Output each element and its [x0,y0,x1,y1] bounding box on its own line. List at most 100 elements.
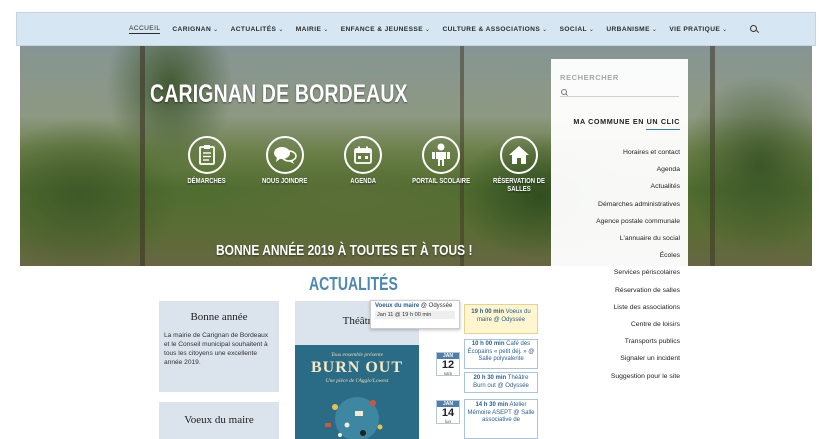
person-icon [422,136,460,174]
event-time: 10 h 00 min [471,341,505,347]
nav-item-1[interactable]: ACCUEIL [129,24,161,34]
calendar-day: JAN 14 lun [436,400,460,424]
theatre-poster[interactable]: Tous ensemble présente BURN OUT Une pièc… [295,345,419,439]
tree-trunk [710,46,715,266]
sidebar-link[interactable]: L'annuaire du social [551,230,680,247]
sidebar-link[interactable]: Signaler un incident [551,350,680,367]
chevron-down-icon: ⌄ [722,26,728,33]
poster-line-3: Une pièce de l'Agglo'Lowest [325,378,389,384]
nav-item-label: SOCIAL [559,25,587,33]
poster-line-1: Tous ensemble présente [330,352,384,358]
quick-link-nous-joindre[interactable]: NOUS JOINDRE [246,136,324,194]
house-icon [500,136,538,174]
nav-item-8[interactable]: URBANISME ⌄ [606,26,657,33]
nav-item-2[interactable]: CARIGNAN ⌄ [172,26,218,33]
sidebar-link[interactable]: Liste des associations [551,299,681,316]
sidebar-link[interactable]: Transports publics [551,333,680,350]
tooltip-date: Jan 11 @ 19 h 00 min [375,311,455,319]
news-card[interactable]: Voeux du maire [159,402,279,439]
quick-link-label: RÉSERVATION DE SALLES [493,178,545,193]
chevron-down-icon: ⌄ [588,26,595,33]
sidebar-link[interactable]: Écoles [551,247,680,264]
chevron-down-icon: ⌄ [213,26,219,33]
tree-trunk [140,46,145,266]
news-card-text: La mairie de Carignan de Bordeaux et le … [164,332,269,366]
quick-link-demarches[interactable]: DÉMARCHES [168,136,246,194]
nav-item-6[interactable]: CULTURE & ASSOCIATIONS ⌄ [442,26,547,33]
quick-link-portail-scolaire[interactable]: PORTAIL SCOLAIRE [402,136,480,194]
nav-item-4[interactable]: MAIRIE ⌄ [296,26,329,33]
tooltip-event-name: Voeux du maire [375,303,420,309]
search-icon[interactable] [749,24,759,34]
sidebar-link[interactable]: Démarches administratives [551,196,680,213]
quick-link-label: PORTAIL SCOLAIRE [412,178,470,185]
sidebar-search [560,67,679,97]
search-icon[interactable] [561,89,568,96]
nav-item-5[interactable]: ENFANCE & JEUNESSE ⌄ [341,26,431,33]
chevron-down-icon: ⌄ [651,26,658,33]
chat-bubbles-icon [266,136,304,174]
nav-item-9[interactable]: VIE PRATIQUE ⌄ [669,26,727,33]
sidebar-link-list: Horaires et contact Agenda Actualités Démar… [551,144,688,385]
sidebar-title-underline [646,129,680,130]
calendar-day-number: 14 [441,407,455,419]
sidebar-link[interactable]: Réservation de salles [551,282,680,299]
nav-item-label: ACCUEIL [129,24,161,32]
calendar-weekday: sam [443,371,453,376]
event-time: 19 h 00 min [471,309,504,315]
event-tooltip: Voeux du maire @ Odyssée Jan 11 @ 19 h 0… [370,300,460,329]
poster-title: BURN OUT [310,359,403,376]
page: ACCUEIL CARIGNAN ⌄ ACTUALITÉS ⌄ MAIRIE ⌄ ENFANC… [16,12,816,439]
nav-item-label: CULTURE & ASSOCIATIONS [442,25,541,33]
sidebar-link[interactable]: Services périscolaires [551,264,680,281]
quick-link-label: AGENDA [350,178,376,185]
nav-item-label: MAIRIE [295,25,322,33]
chevron-down-icon: ⌄ [542,26,548,33]
nav-item-label: VIE PRATIQUE [669,25,721,33]
calendar-event[interactable]: 10 h 00 min Café des Écopains « petit dé… [464,339,538,369]
news-card-title[interactable]: Voeux du maire [159,414,279,426]
tooltip-event-place: @ Odyssée [420,303,453,309]
poster-illustration [325,397,383,439]
news-card-title[interactable]: Bonne année [159,311,279,323]
sidebar-link[interactable]: Agence postale communale [551,213,680,230]
nav-item-label: CARIGNAN [172,25,212,33]
chevron-down-icon: ⌄ [323,26,329,33]
quick-link-reservation-salles[interactable]: RÉSERVATION DE SALLES [480,136,558,194]
sidebar-panel: MA COMMUNE EN UN CLIC Horaires et contac… [551,59,688,439]
nav-item-3[interactable]: ACTUALITÉS ⌄ [231,26,284,33]
sidebar-link[interactable]: Suggestion pour le site [551,368,680,385]
quick-link-agenda[interactable]: AGENDA [324,136,402,194]
news-card[interactable]: Bonne année La mairie de Carignan de Bor… [159,301,279,392]
calendar-day: JAN 12 sam [436,352,460,376]
hero-banner: CARIGNAN DE BORDEAUX DÉMARCHES NOUS JOIN… [20,46,812,266]
calendar-day-number: 12 [441,359,455,371]
event-time: 14 h 30 min [475,402,509,408]
search-input[interactable] [560,70,679,82]
clipboard-icon [188,136,226,174]
calendar-event[interactable]: 19 h 00 min Voeux du maire @ Odyssée [464,304,538,334]
calendar-event[interactable]: 20 h 30 min Théâtre Burn out @ Odyssée [464,372,538,393]
nav-item-7[interactable]: SOCIAL ⌄ [560,26,595,33]
calendar-event[interactable]: 14 h 30 min Atelier Mémoire ASEPT @ Sall… [464,399,538,439]
sidebar-link[interactable]: Centre de loisirs [551,316,680,333]
sidebar-link[interactable]: Agenda [551,161,680,178]
sidebar-title: MA COMMUNE EN UN CLIC [573,117,680,126]
quick-links: DÉMARCHES NOUS JOINDRE AGENDA PORTAIL SC… [168,136,558,194]
tooltip-title: Voeux du maire @ Odyssée [375,303,455,309]
chevron-down-icon: ⌄ [425,26,431,33]
quick-link-label: NOUS JOINDRE [262,178,308,185]
sidebar-link[interactable]: Horaires et contact [551,144,680,161]
nav-item-label: URBANISME [606,25,650,33]
site-title[interactable]: CARIGNAN DE BORDEAUX [150,80,478,109]
calendar-icon [344,136,382,174]
calendar-weekday: lun [444,419,451,424]
news-section-title: ACTUALITÉS [309,274,398,294]
nav-item-label: ENFANCE & JEUNESSE [340,25,424,33]
hero-announcement: BONNE ANNÉE 2019 À TOUTES ET À TOUS ! [216,242,473,259]
main-nav: ACCUEIL CARIGNAN ⌄ ACTUALITÉS ⌄ MAIRIE ⌄ ENFANC… [16,12,816,46]
sidebar-link[interactable]: Actualités [551,178,680,195]
quick-link-label: DÉMARCHES [187,178,227,185]
chevron-down-icon: ⌄ [278,26,284,33]
nav-item-label: ACTUALITÉS [230,25,277,33]
